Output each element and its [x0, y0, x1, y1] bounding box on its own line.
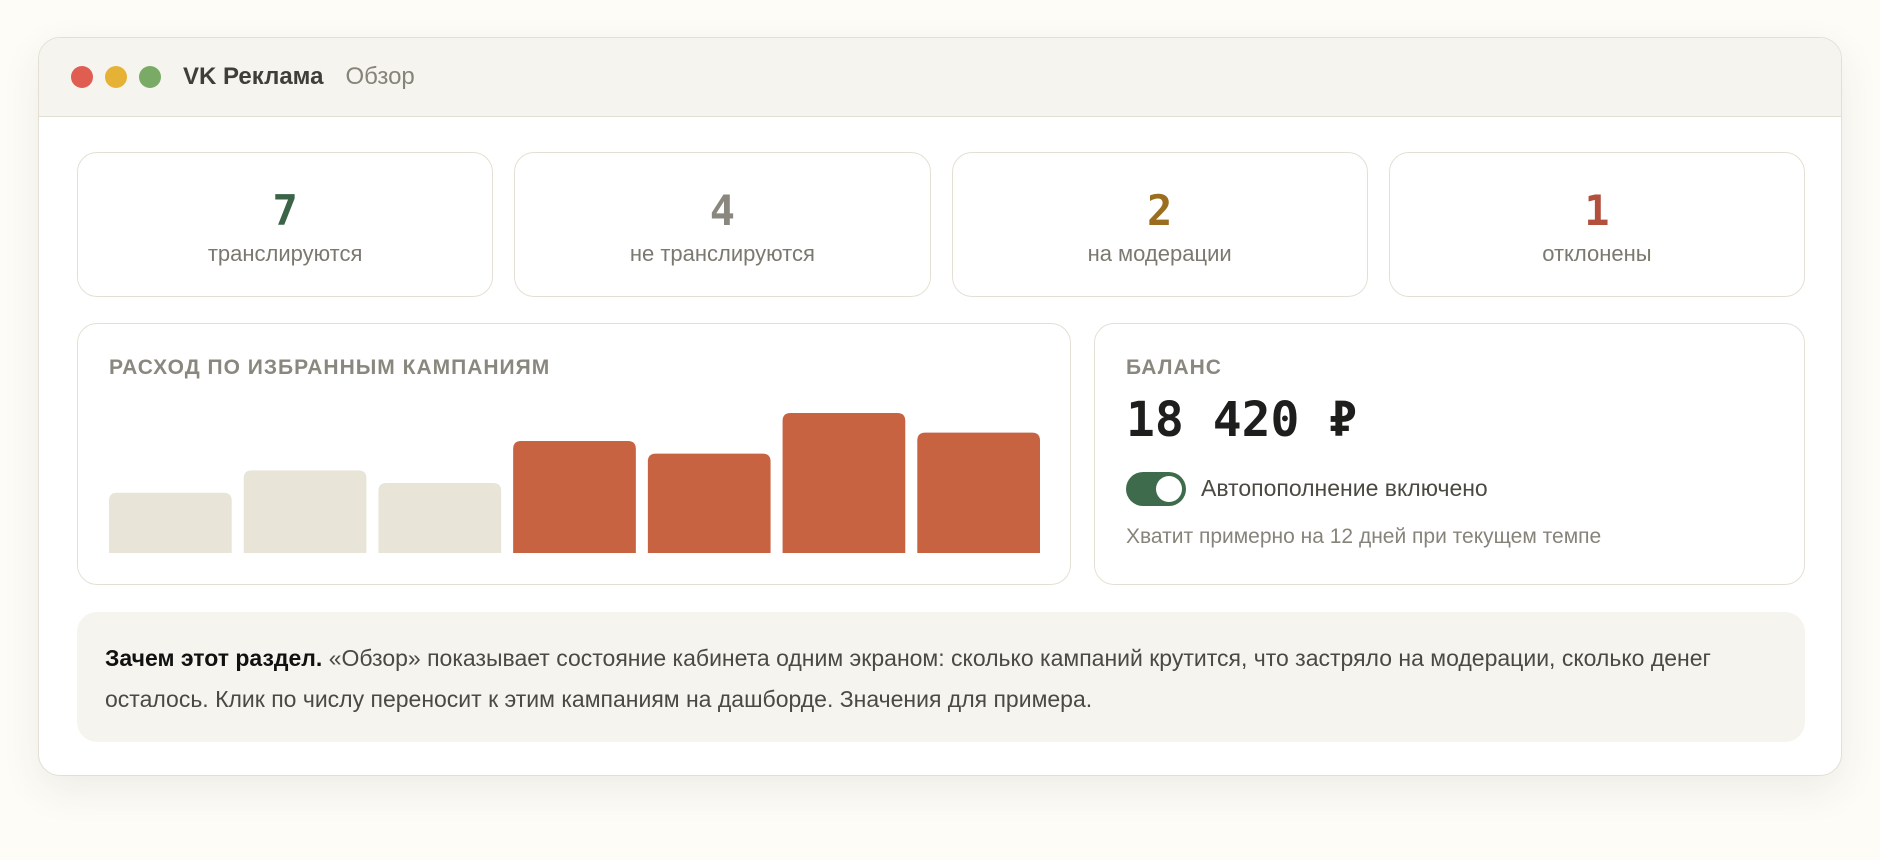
spend-card: РАСХОД ПО ИЗБРАННЫМ КАМПАНИЯМ: [77, 323, 1071, 585]
spend-bar-chart: [109, 413, 1040, 553]
spend-bar-7: [917, 432, 1040, 553]
spend-bar-2: [243, 470, 367, 553]
stat-card-moderation[interactable]: 2 на модерации: [951, 152, 1368, 297]
note-heading: Зачем этот раздел.: [105, 645, 323, 671]
stat-value[interactable]: 7: [272, 186, 297, 235]
section-note: Зачем этот раздел. «Обзор» показывает со…: [77, 612, 1805, 742]
spend-bar-3: [378, 483, 502, 553]
toggle-knob: [1156, 476, 1182, 502]
maximize-window-button[interactable]: [139, 66, 161, 88]
stat-value[interactable]: 4: [710, 186, 735, 235]
stat-card-live[interactable]: 7 транслируются: [77, 152, 494, 297]
stat-value[interactable]: 1: [1584, 186, 1609, 235]
breadcrumb: Обзор: [345, 63, 415, 90]
stat-label: на модерации: [1087, 240, 1232, 266]
stat-value[interactable]: 2: [1147, 186, 1172, 235]
minimize-window-button[interactable]: [105, 66, 127, 88]
spend-bar-4: [513, 441, 636, 553]
balance-value: 18 420 ₽: [1126, 392, 1358, 448]
autopay-toggle[interactable]: [1126, 472, 1186, 506]
spend-bar-5: [647, 453, 771, 553]
close-window-button[interactable]: [71, 66, 93, 88]
balance-title: БАЛАНС: [1126, 356, 1222, 379]
app-window: VK Реклама Обзор 7 транслируются 4 не тр…: [38, 37, 1842, 776]
autopay-label: Автопополнение включено: [1201, 475, 1488, 501]
campaign-stats: 7 транслируются 4 не транслируются 2 на …: [77, 152, 1805, 297]
balance-card: БАЛАНС 18 420 ₽ Автопополнение включено …: [1094, 323, 1805, 585]
stat-card-not-live[interactable]: 4 не транслируются: [514, 152, 931, 297]
spend-bar-1: [109, 492, 232, 553]
stat-label: транслируются: [207, 240, 363, 266]
app-title: VK Реклама: [183, 63, 324, 90]
stat-card-rejected[interactable]: 1 отклонены: [1388, 152, 1805, 297]
stat-label: отклонены: [1542, 240, 1652, 266]
note-text: «Обзор» показывает состояние кабинета од…: [105, 645, 1711, 712]
title-bar: VK Реклама Обзор: [39, 38, 1841, 117]
balance-hint: Хватит примерно на 12 дней при текущем т…: [1126, 525, 1602, 548]
spend-bar-6: [782, 413, 906, 553]
stat-label: не транслируются: [629, 240, 815, 266]
spend-title: РАСХОД ПО ИЗБРАННЫМ КАМПАНИЯМ: [109, 356, 551, 379]
